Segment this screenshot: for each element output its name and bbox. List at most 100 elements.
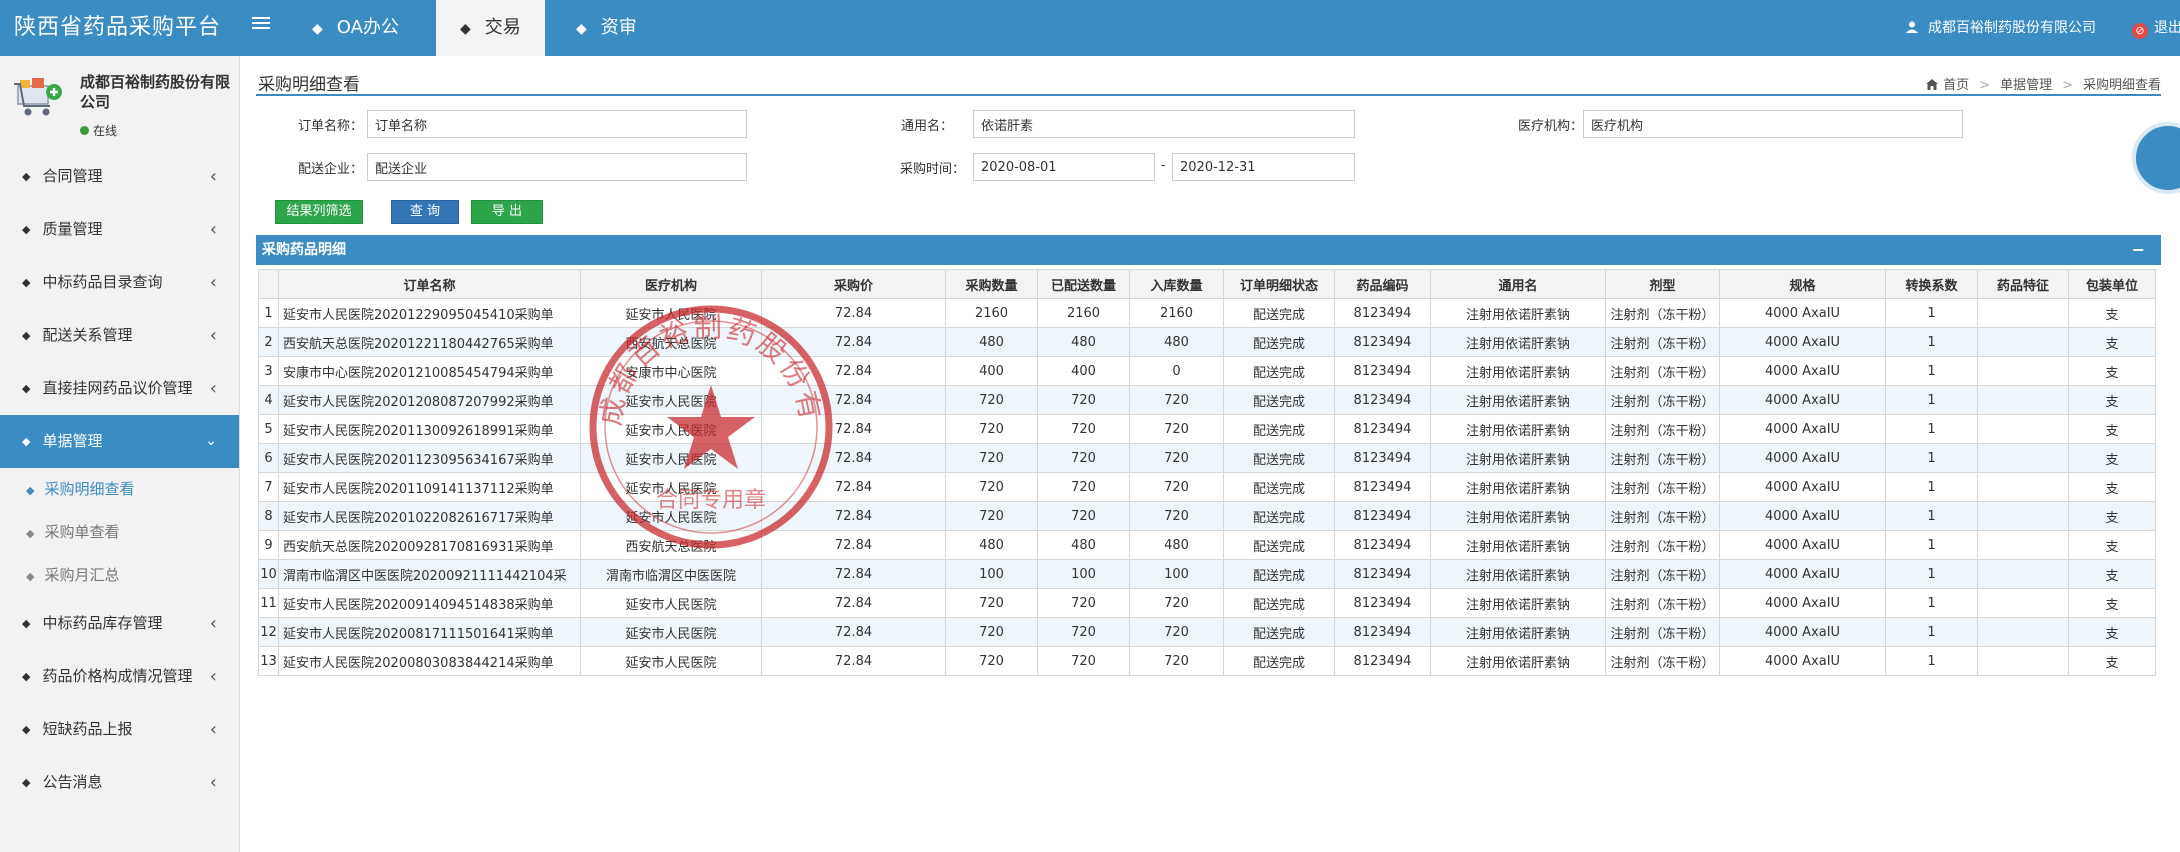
column-header[interactable]: 转换系数 (1885, 269, 1978, 299)
column-header[interactable]: 订单明细状态 (1223, 269, 1335, 299)
chevron-left-icon: ‹ (209, 613, 217, 634)
table-cell: 4 (258, 385, 279, 415)
table-cell: 4000 AxaIU (1719, 298, 1886, 328)
logout-label: 退出 (2154, 20, 2180, 36)
table-cell: 延安市人民医院 (580, 588, 762, 618)
table-cell: 4000 AxaIU (1719, 385, 1886, 415)
table-cell: 西安航天总医院 (580, 327, 762, 357)
sidebar-item-notices[interactable]: ◆ 公告消息 ‹ (0, 756, 239, 809)
table-cell: 延安市人民医院20200817111501641采购单 (278, 617, 581, 647)
table-cell: 4000 AxaIU (1719, 530, 1886, 560)
column-header[interactable]: 医疗机构 (580, 269, 762, 299)
breadcrumb-home[interactable]: 首页 (1943, 78, 1969, 93)
sidebar-item-catalog[interactable]: ◆ 中标药品目录查询 ‹ (0, 256, 239, 309)
submenu-item-purchase-detail[interactable]: ◆ 采购明细查看 (0, 468, 239, 511)
chevron-left-icon: ‹ (209, 219, 217, 240)
table-row[interactable]: 13 延安市人民医院20200803083844214采购单 延安市人民医院 72.8… (258, 646, 2156, 676)
table-row[interactable]: 4 延安市人民医院20201208087207992采购单 延安市人民医院 72.84… (258, 385, 2156, 415)
table-cell: 延安市人民医院20201123095634167采购单 (278, 443, 581, 473)
sidebar-item-inventory[interactable]: ◆ 中标药品库存管理 ‹ (0, 597, 239, 650)
date-from-input[interactable] (973, 153, 1155, 181)
column-header[interactable]: 订单名称 (278, 269, 581, 299)
column-header[interactable]: 已配送数量 (1037, 269, 1130, 299)
column-header[interactable]: 采购数量 (945, 269, 1038, 299)
table-cell: 配送完成 (1223, 385, 1335, 415)
sidebar: 成都百裕制药股份有限公司 在线 ◆ 合同管理 ‹ ◆ 质量管理 ‹ ◆ 中标药品目录查询 ‹… (0, 56, 240, 852)
query-button[interactable]: 查 询 (391, 200, 459, 224)
table-cell: 2 (258, 327, 279, 357)
table-cell: 720 (1129, 646, 1224, 676)
breadcrumb-documents[interactable]: 单据管理 (2000, 78, 2052, 93)
online-status: 在线 (80, 122, 117, 139)
column-header[interactable]: 药品特征 (1977, 269, 2069, 299)
tab-trade[interactable]: ◆ 交易 (436, 0, 545, 56)
chevron-left-icon: ‹ (209, 272, 217, 293)
institution-input[interactable] (1583, 110, 1963, 138)
column-header[interactable]: 包装单位 (2068, 269, 2156, 299)
sidebar-item-documents[interactable]: ◆ 单据管理 ⌄ (0, 415, 239, 468)
export-button[interactable]: 导 出 (471, 200, 543, 224)
table-row[interactable]: 10 渭南市临渭区中医医院20200921111442104采 渭南市临渭区中医医院… (258, 559, 2156, 589)
menu-toggle-icon[interactable] (252, 14, 270, 30)
table-cell: 配送完成 (1223, 530, 1335, 560)
column-header[interactable]: 剂型 (1605, 269, 1720, 299)
table-row[interactable]: 9 西安航天总医院20200928170816931采购单 西安航天总医院 72.84… (258, 530, 2156, 560)
collapse-icon[interactable]: − (2132, 235, 2145, 265)
tab-qualification[interactable]: ◆ 资审 (552, 0, 661, 56)
table-cell: 2160 (1037, 298, 1130, 328)
column-header[interactable]: 入库数量 (1129, 269, 1224, 299)
table-row[interactable]: 2 西安航天总医院20201221180442765采购单 西安航天总医院 72.84… (258, 327, 2156, 357)
table-cell: 安康市中心医院20201210085454794采购单 (278, 356, 581, 386)
app-title: 陕西省药品采购平台 (14, 15, 222, 40)
column-header[interactable]: 药品编码 (1334, 269, 1431, 299)
table-cell: 配送完成 (1223, 298, 1335, 328)
column-header[interactable]: 规格 (1719, 269, 1886, 299)
table-cell: 4000 AxaIU (1719, 501, 1886, 531)
table-cell: 720 (1129, 472, 1224, 502)
generic-name-input[interactable] (973, 110, 1355, 138)
table-cell: 8123494 (1334, 588, 1431, 618)
order-name-input[interactable] (367, 110, 747, 138)
table-header-row: 订单名称 医疗机构 采购价 采购数量 已配送数量 入库数量 订单明细状态 药品编码 通用名 剂型规… (258, 269, 2156, 299)
table-cell: 1 (1885, 414, 1978, 444)
submenu-item-monthly-summary[interactable]: ◆ 采购月汇总 (0, 554, 239, 597)
table-cell: 8123494 (1334, 559, 1431, 589)
distributor-input[interactable] (367, 153, 747, 181)
logout-button[interactable]: ⊘ 退出 (2128, 0, 2180, 56)
floating-service-button[interactable] (2132, 122, 2180, 194)
sidebar-item-shortage[interactable]: ◆ 短缺药品上报 ‹ (0, 703, 239, 756)
table-cell: 480 (945, 530, 1038, 560)
table-cell: 480 (1037, 327, 1130, 357)
column-header[interactable] (258, 269, 279, 299)
sidebar-item-quality[interactable]: ◆ 质量管理 ‹ (0, 203, 239, 256)
table-row[interactable]: 12 延安市人民医院20200817111501641采购单 延安市人民医院 72.8… (258, 617, 2156, 647)
submenu-item-purchase-order[interactable]: ◆ 采购单查看 (0, 511, 239, 554)
column-header[interactable]: 通用名 (1430, 269, 1606, 299)
sidebar-item-bargaining[interactable]: ◆ 直接挂网药品议价管理 ‹ (0, 362, 239, 415)
table-cell: 72.84 (761, 356, 946, 386)
sidebar-item-label: 质量管理 (42, 220, 103, 238)
table-row[interactable]: 6 延安市人民医院20201123095634167采购单 延安市人民医院 72.84… (258, 443, 2156, 473)
table-cell (1977, 443, 2069, 473)
column-header[interactable]: 采购价 (761, 269, 946, 299)
table-row[interactable]: 7 延安市人民医院20201109141137112采购单 延安市人民医院 72.84… (258, 472, 2156, 502)
table-cell: 西安航天总医院20201221180442765采购单 (278, 327, 581, 357)
diamond-icon: ◆ (22, 223, 31, 236)
table-row[interactable]: 5 延安市人民医院20201130092618991采购单 延安市人民医院 72.84… (258, 414, 2156, 444)
chevron-left-icon: ‹ (209, 325, 217, 346)
table-row[interactable]: 11 延安市人民医院20200914094514838采购单 延安市人民医院 72.8… (258, 588, 2156, 618)
current-user[interactable]: 成都百裕制药股份有限公司 (1906, 0, 2096, 56)
table-row[interactable]: 1 延安市人民医院20201229095045410采购单 延安市人民医院 72.84… (258, 298, 2156, 328)
sidebar-item-contract[interactable]: ◆ 合同管理 ‹ (0, 150, 239, 203)
table-row[interactable]: 8 延安市人民医院20201022082616717采购单 延安市人民医院 72.84… (258, 501, 2156, 531)
sidebar-item-price-structure[interactable]: ◆ 药品价格构成情况管理 ‹ (0, 650, 239, 703)
tab-oa[interactable]: ◆ OA办公 (288, 0, 423, 56)
table-cell: 6 (258, 443, 279, 473)
date-to-input[interactable] (1172, 153, 1355, 181)
table-cell: 2160 (1129, 298, 1224, 328)
table-row[interactable]: 3 安康市中心医院20201210085454794采购单 安康市中心医院 72.84… (258, 356, 2156, 386)
sidebar-item-distribution[interactable]: ◆ 配送关系管理 ‹ (0, 309, 239, 362)
filter-columns-button[interactable]: 结果列筛选 (275, 200, 363, 224)
distributor-label: 配送企业： (297, 162, 363, 177)
table-cell: 8123494 (1334, 472, 1431, 502)
